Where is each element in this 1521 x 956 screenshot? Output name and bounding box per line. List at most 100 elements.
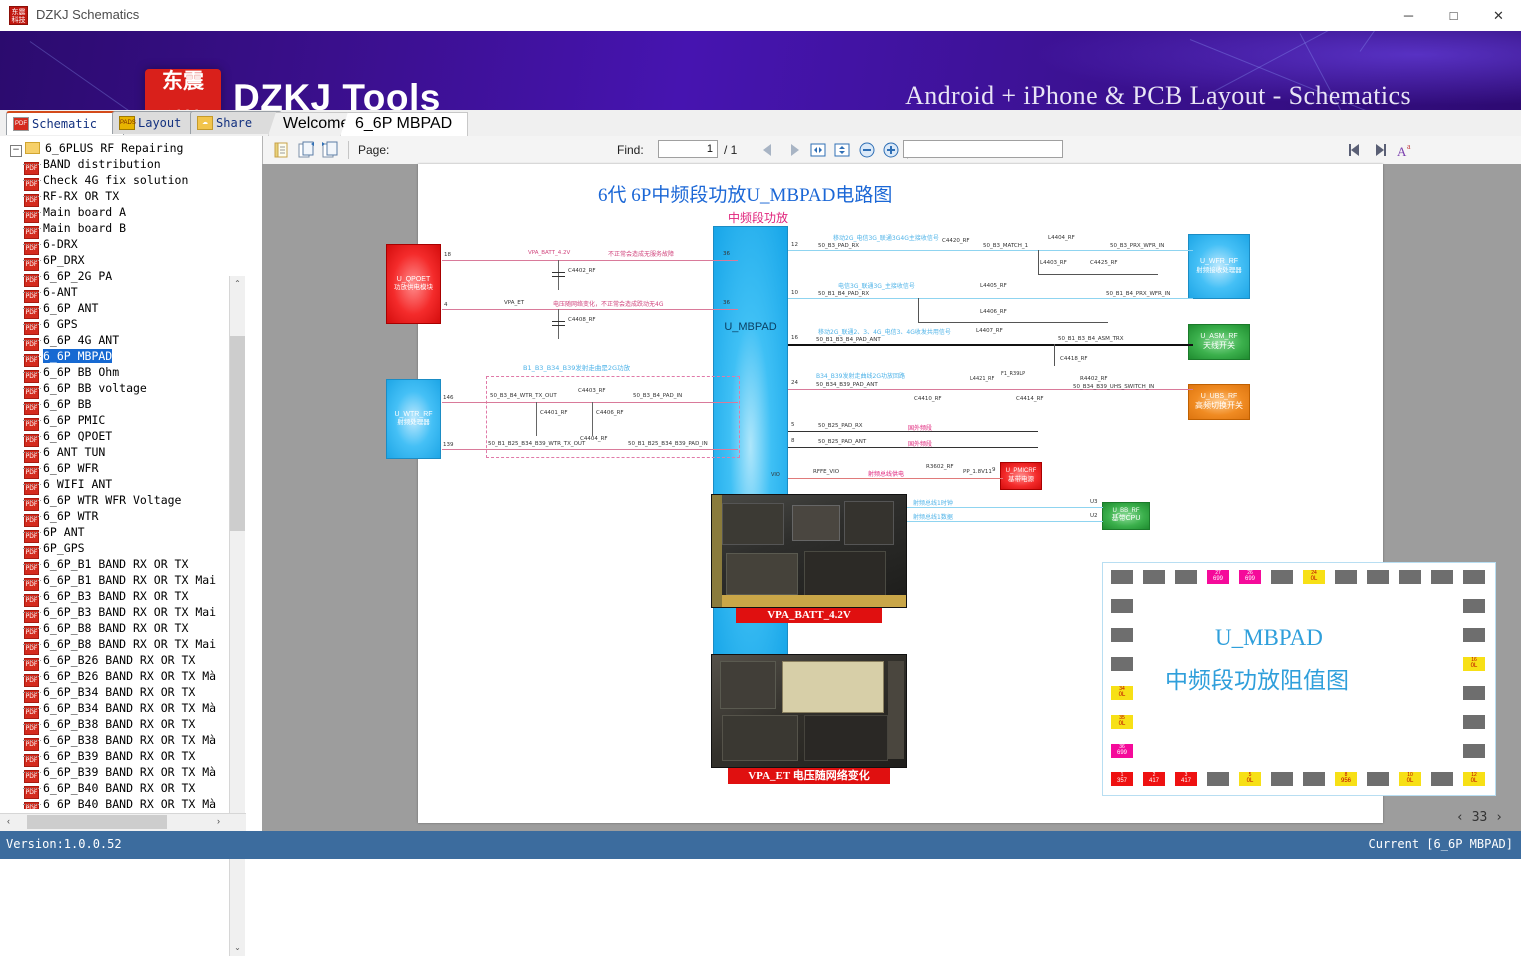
tree-item-21[interactable]: PDF 6_6P WTR WFR Voltage <box>10 493 245 511</box>
tree-item-25[interactable]: PDF 6_6P_B1 BAND RX OR TX <box>10 557 245 575</box>
prev-page-icon[interactable] <box>758 140 778 160</box>
tree-item-18[interactable]: PDF 6 ANT TUN <box>10 445 245 463</box>
tree-item-6[interactable]: PDF 6P_DRX <box>10 253 245 271</box>
tree-item-1[interactable]: PDF Check 4G fix solution <box>10 173 245 191</box>
pad-value: 956 <box>1340 778 1351 784</box>
share-folder-icon: ☁ <box>197 116 213 130</box>
tab-share[interactable]: ☁ Share <box>190 111 282 134</box>
tab-schematic[interactable]: PDF Schematic <box>6 111 124 135</box>
tree-item-38[interactable]: PDF 6_6P_B39 BAND RX OR TX Mà <box>10 765 245 783</box>
insert-page-icon[interactable] <box>320 140 340 160</box>
find-previous-icon[interactable] <box>1345 140 1365 160</box>
block-asm-desc: 天线开关 <box>1203 341 1235 351</box>
find-options-icon[interactable]: Aa <box>1395 140 1415 160</box>
block-ubs-desc: 高频切换开关 <box>1195 401 1243 411</box>
pdf-viewer[interactable]: 6代 6P中频段功放U_MBPAD电路图 中频段功放 U_MBPAD U_QPO… <box>262 164 1521 831</box>
tree-horizontal-scrollbar[interactable]: ‹ › <box>0 813 246 831</box>
tree-item-29[interactable]: PDF 6_6P_B8 BAND RX OR TX <box>10 621 245 639</box>
zoom-in-icon[interactable] <box>881 140 901 160</box>
tree-item-26[interactable]: PDF 6_6P_B1 BAND RX OR TX Mai <box>10 573 245 591</box>
tree-item-39[interactable]: PDF 6_6P_B40 BAND RX OR TX <box>10 781 245 799</box>
ohm-pad-bottom-6 <box>1303 772 1325 786</box>
ind-l4405: L4405_RF <box>980 283 1007 289</box>
tree-item-2[interactable]: PDF RF-RX OR TX <box>10 189 245 207</box>
scroll-down-button[interactable]: ⌄ <box>230 940 245 956</box>
tree-item-label: 6_6P BB <box>43 397 92 411</box>
tree-item-34[interactable]: PDF 6_6P_B34 BAND RX OR TX Mà <box>10 701 245 719</box>
tree-item-23[interactable]: PDF 6P ANT <box>10 525 245 543</box>
tree-item-label: 6_6P_B1 BAND RX OR TX Mai <box>43 573 217 587</box>
extract-page-icon[interactable] <box>296 140 316 160</box>
net-note-7: B34_B39发射走曲线2G功放回路 <box>816 373 905 380</box>
tree-item-8[interactable]: PDF 6-ANT <box>10 285 245 303</box>
find-next-icon[interactable] <box>1370 140 1390 160</box>
tree-item-17[interactable]: PDF 6_6P QPOET <box>10 429 245 447</box>
tree-item-22[interactable]: PDF 6_6P WTR <box>10 509 245 527</box>
net-pin-left-4: 12 <box>791 242 798 248</box>
page-input[interactable]: 1 <box>658 140 718 158</box>
tree-expander[interactable]: − <box>10 145 22 157</box>
net-label-6: 50_B1_B3_B4_PAD_ANT <box>816 337 881 343</box>
page-next-arrow[interactable]: › <box>1495 810 1503 825</box>
tree-item-24[interactable]: PDF 6P_GPS <box>10 541 245 559</box>
document-tree[interactable]: − 6_6PLUS RF Repairing PDF BAND distributio… <box>10 141 245 809</box>
tree-item-9[interactable]: PDF 6_6P ANT <box>10 301 245 319</box>
tree-item-10[interactable]: PDF 6 GPS <box>10 317 245 335</box>
ind-l4404: L4404_RF <box>1048 235 1075 241</box>
close-button[interactable]: ✕ <box>1476 0 1521 31</box>
tree-item-36[interactable]: PDF 6_6P_B38 BAND RX OR TX Mà <box>10 733 245 751</box>
tree-item-label: 6_6P_B26 BAND RX OR TX Mà <box>43 669 217 683</box>
zoom-out-icon[interactable] <box>857 140 877 160</box>
ohm-pad-top-7 <box>1335 570 1357 584</box>
ind-l4421: L4421_RF <box>970 376 995 382</box>
find-input[interactable] <box>903 140 1063 158</box>
ohm-pad-bottom-1: 2 417 <box>1143 772 1165 786</box>
net-pin-left-0: 18 <box>444 252 451 258</box>
fit-page-icon[interactable] <box>832 140 852 160</box>
ohm-pad-top-3: 27 699 <box>1207 570 1229 584</box>
pad-value: 357 <box>1116 778 1127 784</box>
tree-item-40[interactable]: PDF 6_6P_B40 BAND RX OR TX Mà <box>10 797 245 809</box>
tree-scroll-thumb[interactable] <box>230 336 245 531</box>
scroll-left-button[interactable]: ‹ <box>0 814 17 830</box>
tree-item-13[interactable]: PDF 6_6P BB Ohm <box>10 365 245 383</box>
ohm-pad-left-1 <box>1111 628 1133 642</box>
tab-6-6p-mbpad[interactable]: 6_6P MBPAD ✕ <box>340 112 468 137</box>
tree-item-12[interactable]: PDF 6_6P MBPAD <box>10 349 245 367</box>
tree-item-37[interactable]: PDF 6_6P_B39 BAND RX OR TX <box>10 749 245 767</box>
fit-width-icon[interactable] <box>808 140 828 160</box>
maximize-button[interactable]: □ <box>1431 0 1476 31</box>
page-prev-arrow[interactable]: ‹ <box>1456 810 1464 825</box>
scroll-up-button[interactable]: ⌃ <box>230 276 245 292</box>
tree-item-3[interactable]: PDF Main board A <box>10 205 245 223</box>
minimize-button[interactable]: ─ <box>1386 0 1431 31</box>
tree-item-35[interactable]: PDF 6_6P_B38 BAND RX OR TX <box>10 717 245 735</box>
tree-item-33[interactable]: PDF 6_6P_B34 BAND RX OR TX <box>10 685 245 703</box>
tree-item-5[interactable]: PDF 6-DRX <box>10 237 245 255</box>
tree-item-0[interactable]: PDF BAND distribution <box>10 157 245 175</box>
tree-item-19[interactable]: PDF 6_6P WFR <box>10 461 245 479</box>
tree-hscroll-thumb[interactable] <box>27 815 167 829</box>
net-note-12: 射频总线1数据 <box>913 514 953 521</box>
scroll-right-button[interactable]: › <box>210 814 227 830</box>
tree-item-11[interactable]: PDF 6_6P 4G ANT <box>10 333 245 351</box>
next-page-icon[interactable] <box>784 140 804 160</box>
net-label-4: 50_B3_PAD_RX <box>818 243 860 249</box>
ohm-diagram-title-2: 中频段功放阻值图 <box>1165 668 1349 693</box>
tree-item-14[interactable]: PDF 6_6P BB voltage <box>10 381 245 399</box>
tree-item-label: 6_6P MBPAD <box>43 349 113 363</box>
tree-item-4[interactable]: PDF Main board B <box>10 221 245 239</box>
tree-item-7[interactable]: PDF 6_6P_2G PA <box>10 269 245 287</box>
tree-item-27[interactable]: PDF 6_6P_B3 BAND RX OR TX <box>10 589 245 607</box>
copy-page-icon[interactable] <box>272 140 292 160</box>
tree-item-32[interactable]: PDF 6_6P_B26 BAND RX OR TX Mà <box>10 669 245 687</box>
tree-item-30[interactable]: PDF 6_6P_B8 BAND RX OR TX Mai <box>10 637 245 655</box>
tree-root-node[interactable]: − 6_6PLUS RF Repairing <box>10 141 245 157</box>
tree-item-31[interactable]: PDF 6_6P_B26 BAND RX OR TX <box>10 653 245 671</box>
tree-item-20[interactable]: PDF 6 WIFI ANT <box>10 477 245 495</box>
tree-item-15[interactable]: PDF 6_6P BB <box>10 397 245 415</box>
pdf-page: 6代 6P中频段功放U_MBPAD电路图 中频段功放 U_MBPAD U_QPO… <box>386 164 1496 823</box>
tree-item-16[interactable]: PDF 6_6P PMIC <box>10 413 245 431</box>
page-navigator[interactable]: ‹ 33 › <box>1456 810 1503 825</box>
tree-item-28[interactable]: PDF 6_6P_B3 BAND RX OR TX Mai <box>10 605 245 623</box>
